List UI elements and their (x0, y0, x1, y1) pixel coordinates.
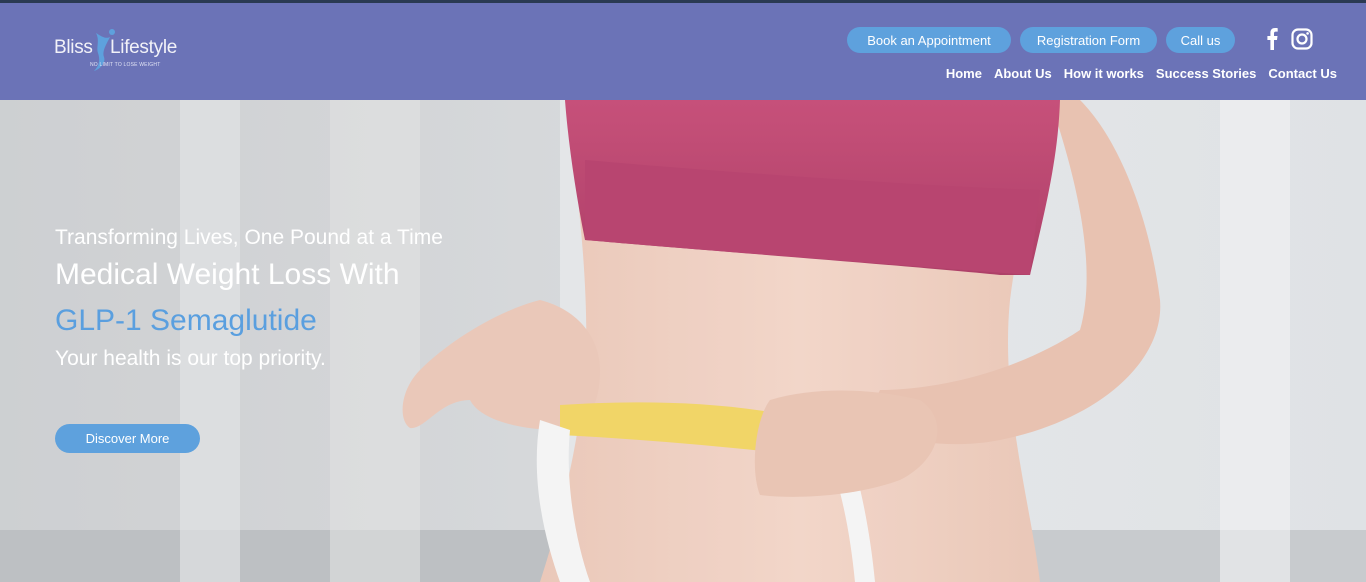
book-appointment-button[interactable]: Book an Appointment (847, 27, 1011, 53)
nav-contact-us[interactable]: Contact Us (1268, 66, 1337, 81)
facebook-icon[interactable] (1263, 27, 1281, 51)
instagram-icon[interactable] (1290, 27, 1314, 51)
nav-success-stories[interactable]: Success Stories (1156, 66, 1256, 81)
site-header: Bliss Lifestyle NO LIMIT TO LOSE WEIGHT … (0, 3, 1366, 100)
hero-title-line1: Medical Weight Loss With (55, 258, 400, 291)
hero-background-image (0, 100, 1366, 582)
hero-section: Transforming Lives, One Pound at a Time … (0, 100, 1366, 582)
logo[interactable]: Bliss Lifestyle NO LIMIT TO LOSE WEIGHT (54, 27, 194, 77)
logo-tagline: NO LIMIT TO LOSE WEIGHT (90, 62, 161, 68)
logo-word-lifestyle: Lifestyle (110, 37, 178, 58)
hero-tagline: Transforming Lives, One Pound at a Time (55, 226, 443, 249)
main-nav: Home About Us How it works Success Stori… (946, 66, 1337, 81)
hero-subtitle: Your health is our top priority. (55, 347, 326, 370)
nav-about-us[interactable]: About Us (994, 66, 1052, 81)
nav-how-it-works[interactable]: How it works (1064, 66, 1144, 81)
discover-more-button[interactable]: Discover More (55, 424, 200, 453)
call-us-button[interactable]: Call us (1166, 27, 1235, 53)
registration-form-button[interactable]: Registration Form (1020, 27, 1157, 53)
hero-title-line2: GLP-1 Semaglutide (55, 304, 317, 337)
nav-home[interactable]: Home (946, 66, 982, 81)
logo-word-bliss: Bliss (54, 37, 93, 58)
